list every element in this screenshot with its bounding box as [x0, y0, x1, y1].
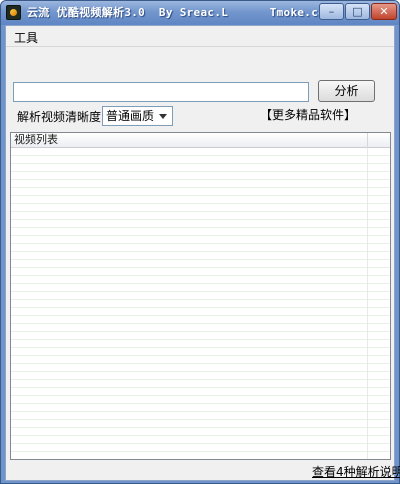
help-link[interactable]: 查看4种解析说明 [312, 464, 400, 480]
title-bar[interactable]: 云流 优酷视频解析3.0 By Sreac.L Tmoke.com – □ ✕ [1, 1, 399, 25]
video-list[interactable]: 视频列表 [10, 132, 391, 460]
more-software-link[interactable]: 【更多精品软件】 [260, 107, 356, 123]
list-header-label: 视频列表 [14, 133, 58, 146]
quality-selected-value: 普通画质 [106, 109, 155, 123]
list-column-line [367, 148, 368, 459]
quality-label: 解析视频清晰度： [17, 110, 114, 124]
maximize-button[interactable]: □ [345, 3, 370, 20]
list-body[interactable] [11, 148, 390, 459]
client-area: 工具 分析 解析视频清晰度： 普通画质 【更多精品软件】 视频列表 查看4种解析… [5, 25, 400, 481]
window-title: 云流 优酷视频解析3.0 By Sreac.L Tmoke.com [27, 6, 332, 19]
parse-button[interactable]: 分析 [318, 80, 375, 102]
close-button[interactable]: ✕ [371, 3, 397, 20]
menu-bar: 工具 [6, 29, 394, 47]
app-icon [6, 5, 21, 20]
list-header-divider [367, 133, 368, 148]
url-input[interactable] [13, 82, 309, 102]
quality-select[interactable]: 普通画质 [102, 106, 173, 126]
list-header[interactable]: 视频列表 [11, 133, 390, 148]
minimize-button[interactable]: – [319, 3, 344, 20]
menu-item-tools[interactable]: 工具 [11, 30, 41, 46]
chevron-down-icon [159, 114, 167, 119]
app-window: 云流 优酷视频解析3.0 By Sreac.L Tmoke.com – □ ✕ … [0, 0, 400, 484]
